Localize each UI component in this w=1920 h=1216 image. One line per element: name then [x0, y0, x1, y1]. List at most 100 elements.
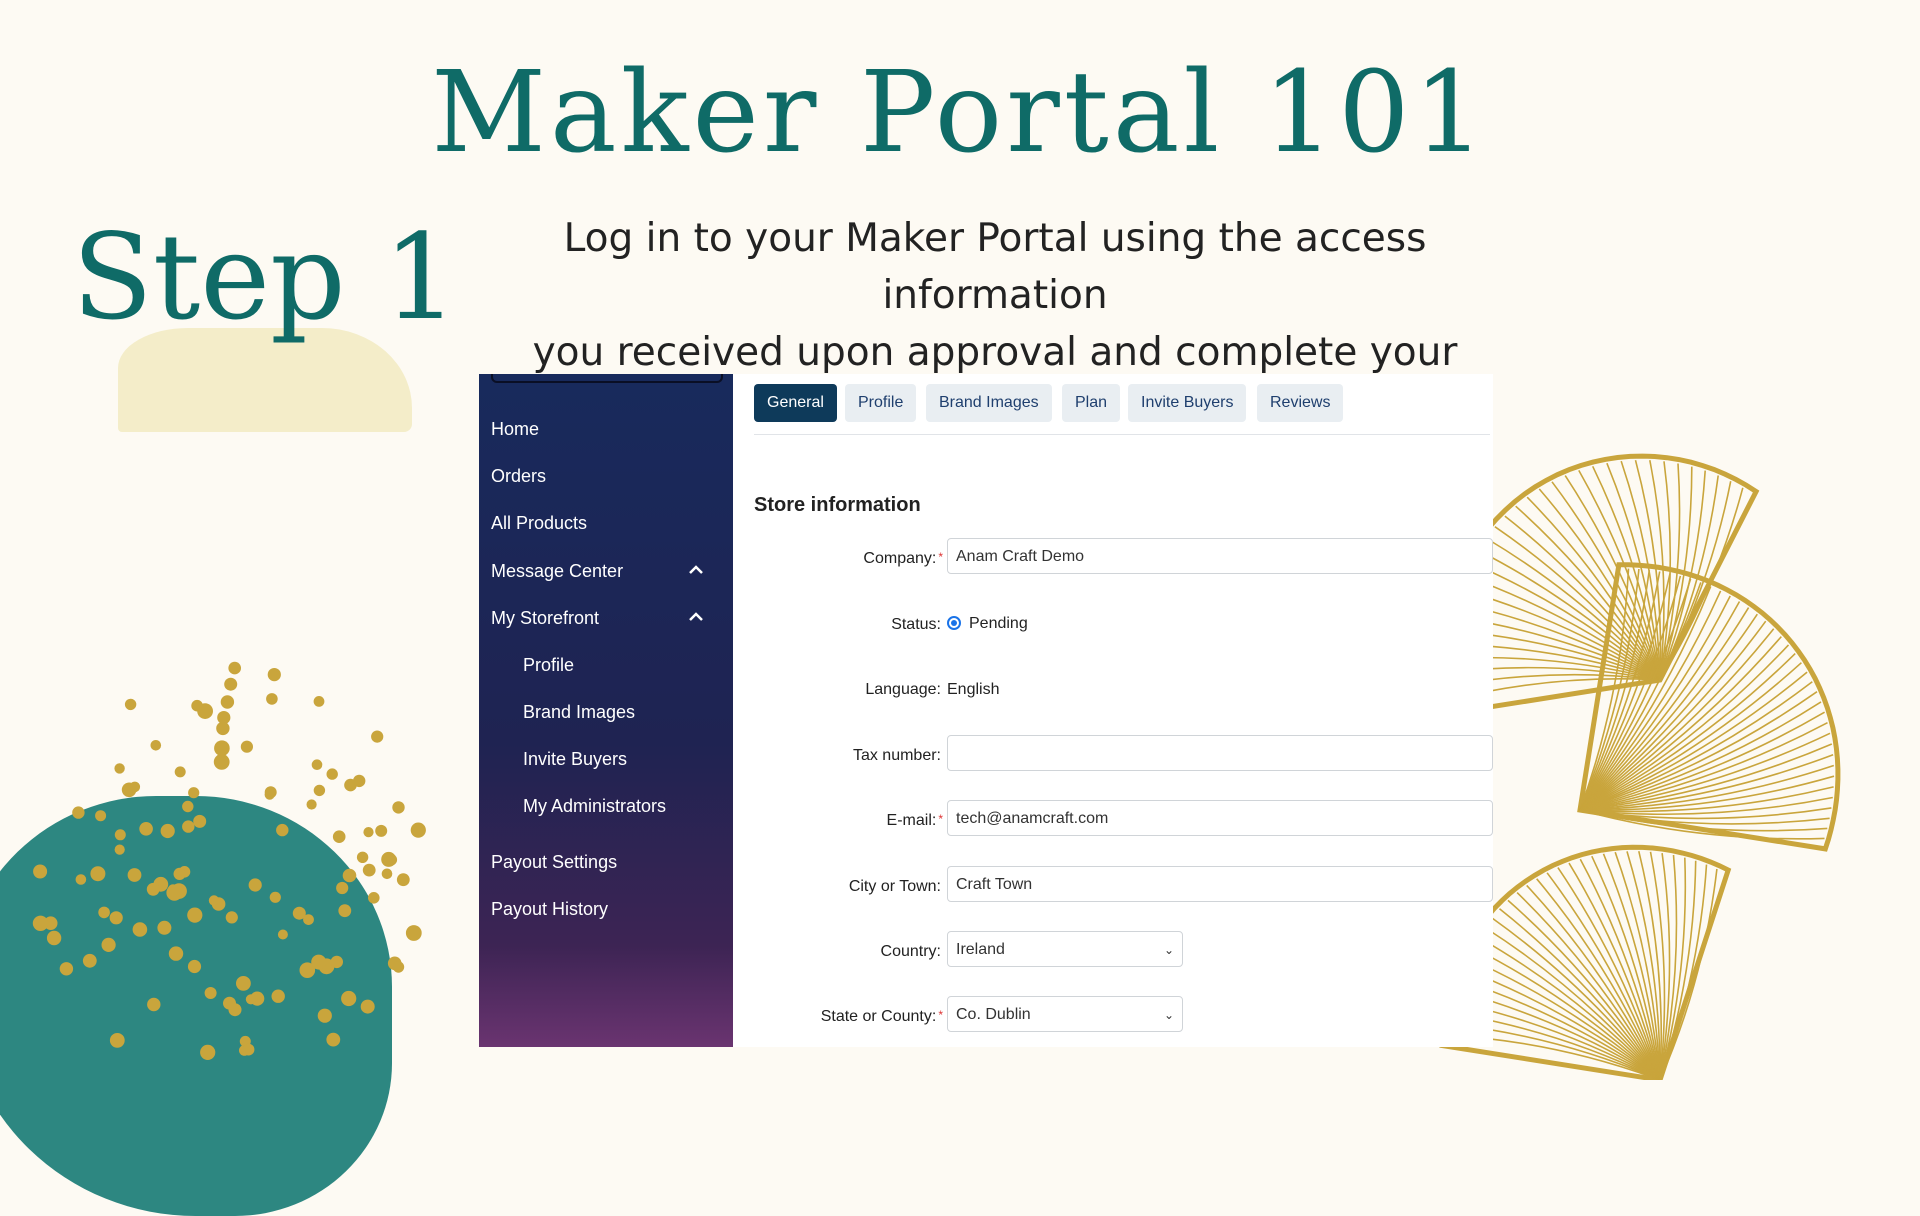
- gold-dot: [386, 854, 398, 866]
- chevron-up-icon[interactable]: [687, 608, 705, 626]
- gold-dot: [375, 824, 388, 837]
- gold-dot: [220, 695, 235, 709]
- instruction-line-1: Log in to your Maker Portal using the ac…: [563, 216, 1427, 318]
- sidebar-item-message-center[interactable]: Message Center: [491, 556, 721, 586]
- gold-dot: [276, 823, 289, 837]
- country-select[interactable]: Ireland ⌄: [947, 931, 1183, 967]
- sidebar-item-label: All Products: [491, 513, 588, 533]
- state-select[interactable]: Co. Dublin ⌄: [947, 996, 1183, 1032]
- sidebar-item-my-storefront[interactable]: My Storefront: [491, 603, 721, 633]
- sidebar-item-all-products[interactable]: All Products: [491, 508, 721, 538]
- gold-dot: [317, 1008, 332, 1023]
- gold-dot: [139, 822, 153, 836]
- city-input[interactable]: Craft Town: [947, 866, 1493, 902]
- gold-dot: [342, 868, 357, 883]
- tab-general[interactable]: General: [754, 384, 837, 422]
- gold-dot: [147, 997, 161, 1012]
- gold-dot: [187, 907, 203, 923]
- page-title: Maker Portal 101: [431, 48, 1489, 178]
- chevron-down-icon: ⌄: [1163, 943, 1174, 957]
- gold-dot: [336, 881, 349, 895]
- gold-dot: [248, 878, 262, 892]
- gold-dot: [277, 929, 288, 940]
- status-label: Status:: [891, 616, 941, 633]
- gold-dot: [303, 914, 314, 925]
- sidebar-item-payout-history[interactable]: Payout History: [491, 894, 721, 924]
- gold-dot: [157, 920, 172, 935]
- gold-dot: [90, 866, 106, 882]
- email-input[interactable]: tech@anamcraft.com: [947, 800, 1493, 836]
- state-selected-value: Co. Dublin: [956, 1006, 1031, 1023]
- required-marker: *: [938, 812, 943, 826]
- sidebar-item-invite-buyers[interactable]: Invite Buyers: [523, 744, 723, 774]
- gold-dot: [109, 911, 123, 925]
- gold-dot: [306, 799, 317, 810]
- sidebar-item-home[interactable]: Home: [491, 414, 721, 444]
- sidebar-item-label: Orders: [491, 466, 547, 486]
- gold-dot: [200, 1044, 216, 1060]
- gold-dot: [101, 937, 116, 952]
- chevron-up-icon[interactable]: [687, 561, 705, 579]
- gold-dot: [204, 987, 217, 999]
- gold-dot: [353, 774, 366, 788]
- gold-dots-decoration: [32, 661, 426, 1060]
- gold-dot: [267, 668, 281, 682]
- gold-dot: [368, 892, 380, 904]
- gold-dot: [150, 740, 162, 751]
- gold-dot: [271, 989, 285, 1003]
- gold-dot: [114, 763, 125, 774]
- gold-dot: [217, 711, 231, 725]
- gold-dot: [330, 955, 343, 969]
- tab-plan[interactable]: Plan: [1062, 384, 1121, 422]
- sidebar-item-label: Invite Buyers: [523, 749, 628, 769]
- leaf-fan: [1577, 562, 1841, 852]
- gold-dot: [33, 864, 48, 879]
- company-label-text: Company:: [863, 550, 937, 567]
- tab-profile[interactable]: Profile: [845, 384, 917, 422]
- sidebar-item-profile[interactable]: Profile: [523, 650, 723, 680]
- gold-dot: [168, 946, 184, 961]
- gold-dot: [299, 962, 316, 978]
- gold-dot: [371, 730, 384, 743]
- gold-dot: [98, 906, 110, 919]
- email-label: E-mail: *: [733, 812, 943, 830]
- gold-dot: [363, 827, 374, 838]
- tab-brand-images[interactable]: Brand Images: [926, 384, 1052, 422]
- gold-dot: [264, 786, 277, 799]
- tax-number-input[interactable]: [947, 735, 1493, 771]
- gold-dot: [173, 867, 186, 880]
- tab-divider: [754, 434, 1490, 435]
- tab-reviews[interactable]: Reviews: [1257, 384, 1344, 422]
- gold-dot: [214, 740, 230, 756]
- store-settings-panel: General Profile Brand Images Plan Invite…: [733, 374, 1493, 1047]
- gold-dot: [114, 829, 126, 841]
- sidebar-item-brand-images[interactable]: Brand Images: [523, 697, 723, 727]
- gold-dot: [174, 766, 186, 778]
- required-marker: *: [938, 550, 943, 564]
- language-value: English: [947, 681, 1000, 698]
- sidebar-item-label: Message Center: [491, 561, 624, 581]
- section-heading: Store information: [754, 494, 921, 516]
- sidebar-nav: Home Orders All Products Message Center …: [479, 374, 733, 1047]
- gold-dot: [392, 961, 405, 973]
- country-label: Country:: [880, 943, 941, 960]
- gold-dot: [396, 873, 410, 887]
- gold-dot: [392, 801, 405, 814]
- sidebar-top-bar: [491, 374, 723, 383]
- gold-dot: [213, 754, 230, 770]
- company-input[interactable]: Anam Craft Demo: [947, 538, 1493, 574]
- language-label: Language:: [865, 681, 941, 698]
- gold-dot: [75, 874, 87, 885]
- sidebar-item-my-administrators[interactable]: My Administrators: [523, 791, 723, 821]
- gold-dot: [188, 787, 200, 799]
- status-radio[interactable]: [947, 616, 961, 630]
- sidebar-item-payout-settings[interactable]: Payout Settings: [491, 847, 721, 877]
- sidebar-item-orders[interactable]: Orders: [491, 461, 721, 491]
- tab-invite-buyers[interactable]: Invite Buyers: [1128, 384, 1247, 422]
- required-marker: *: [938, 1008, 943, 1022]
- gold-dot: [228, 661, 241, 675]
- state-label: State or County: *: [733, 1008, 943, 1026]
- gold-dot: [182, 800, 194, 813]
- chevron-down-icon: ⌄: [1163, 1008, 1174, 1022]
- step-heading: Step 1: [72, 208, 459, 346]
